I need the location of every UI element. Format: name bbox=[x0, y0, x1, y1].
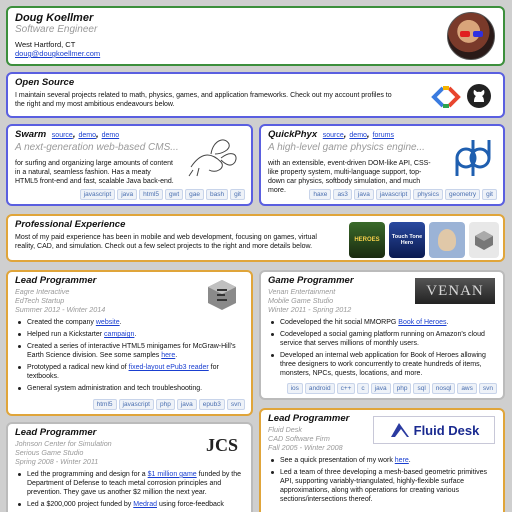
swarm-demo-link-2[interactable]: demo bbox=[102, 132, 120, 139]
google-code-icon[interactable] bbox=[431, 82, 461, 112]
list-item: Developed an internal web application fo… bbox=[268, 351, 496, 378]
tag[interactable]: git bbox=[482, 188, 497, 200]
tag[interactable]: epub3 bbox=[198, 398, 225, 410]
tag[interactable]: html5 bbox=[139, 188, 164, 200]
quickphyx-logo-icon bbox=[451, 136, 495, 180]
tag[interactable]: svn bbox=[226, 398, 245, 410]
tag[interactable]: javascript bbox=[79, 188, 116, 200]
fluid-desk-icon bbox=[390, 423, 409, 437]
thumb-cube[interactable] bbox=[469, 222, 499, 258]
tag[interactable]: gwt bbox=[165, 188, 184, 200]
tag[interactable]: nosql bbox=[431, 382, 456, 394]
tag[interactable]: android bbox=[304, 382, 335, 394]
list-item: Codeveloped a social gaming platform run… bbox=[268, 330, 496, 348]
swarm-card: Swarm source, demo, demo A next-generation… bbox=[6, 124, 253, 206]
medrad-link[interactable]: Medrad bbox=[133, 501, 157, 508]
million-game-link[interactable]: $1 million game bbox=[148, 471, 197, 478]
swarm-source-link[interactable]: source bbox=[52, 132, 73, 139]
tag[interactable]: as3 bbox=[333, 188, 352, 200]
list-item: Created a series of interactive HTML5 mi… bbox=[15, 342, 245, 360]
eagre-card: Lead Programmer Eagre Interactive EdTech… bbox=[6, 270, 253, 416]
list-item: Led a $200,000 project funded by Medrad … bbox=[15, 500, 245, 509]
tag[interactable]: c bbox=[357, 382, 369, 394]
johnson-card: Lead Programmer Johnson Center for Simul… bbox=[6, 422, 253, 512]
eagre-campaign-link[interactable]: campaign bbox=[104, 331, 134, 338]
list-item: Led a team of three developing a mesh-ba… bbox=[268, 468, 496, 504]
venan-dates: Winter 2011 - Spring 2012 bbox=[268, 304, 352, 314]
thumb-character[interactable] bbox=[429, 222, 465, 258]
tag[interactable]: svn bbox=[478, 382, 497, 394]
eagre-tags: html5 javascript php java epub3 svn bbox=[92, 398, 245, 410]
tag[interactable]: php bbox=[392, 382, 412, 394]
tag[interactable]: php bbox=[156, 398, 175, 410]
tag[interactable]: java bbox=[353, 188, 374, 200]
list-item: Codeveloped the hit social MMORPG Book o… bbox=[268, 318, 496, 327]
tag[interactable]: sql bbox=[413, 382, 430, 394]
list-item: Created the company website. bbox=[15, 318, 245, 327]
venan-logo: VENAN bbox=[415, 278, 495, 304]
johnson-list: Led the programming and design for a $1 … bbox=[15, 470, 245, 509]
swarm-tags: javascript java html5 gwt gae bash git bbox=[79, 188, 245, 200]
eagre-epub-link[interactable]: fixed-layout ePub3 reader bbox=[129, 364, 209, 371]
presentation-link[interactable]: here bbox=[395, 457, 409, 464]
list-item: Prototyped a radical new kind of fixed-l… bbox=[15, 363, 245, 381]
quickphyx-source-link[interactable]: source bbox=[323, 132, 344, 139]
quickphyx-card: QuickPhyx source, demo, forums A high-leve… bbox=[259, 124, 505, 206]
tag[interactable]: bash bbox=[206, 188, 229, 200]
github-icon[interactable] bbox=[465, 82, 493, 110]
swarm-demo-link-1[interactable]: demo bbox=[78, 132, 96, 139]
open-source-text: I maintain several projects related to m… bbox=[15, 91, 392, 109]
tag[interactable]: c++ bbox=[336, 382, 356, 394]
professional-card: Professional Experience Most of my paid … bbox=[6, 214, 505, 262]
fluid-desk-logo-text: Fluid Desk bbox=[413, 422, 480, 438]
book-of-heroes-link[interactable]: Book of Heroes bbox=[398, 319, 446, 326]
avatar bbox=[447, 12, 495, 60]
venan-tags: ios android c++ c java php sql nosql aws… bbox=[286, 382, 497, 394]
bee-icon bbox=[181, 132, 241, 182]
swarm-text: for surfing and organizing large amounts… bbox=[15, 159, 174, 186]
tag[interactable]: physics bbox=[413, 188, 444, 200]
tag[interactable]: java bbox=[117, 188, 138, 200]
jcs-logo: JCS bbox=[205, 434, 238, 455]
profile-role: Software Engineer bbox=[15, 24, 98, 35]
tag[interactable]: geometry bbox=[445, 188, 481, 200]
tag[interactable]: haxe bbox=[309, 188, 332, 200]
quickphyx-demo-link[interactable]: demo bbox=[349, 132, 367, 139]
thumb-heroes[interactable]: HEROES bbox=[349, 222, 385, 258]
tag[interactable]: java bbox=[370, 382, 391, 394]
tag[interactable]: gae bbox=[185, 188, 205, 200]
fluid-desk-card: Lead Programmer Fluid Desk CAD Software … bbox=[259, 408, 505, 512]
open-source-title: Open Source bbox=[15, 77, 75, 88]
profile-email-link[interactable]: doug@dougkoellmer.com bbox=[15, 49, 100, 58]
list-item: Helped run a Kickstarter campaign. bbox=[15, 330, 245, 339]
eagre-list: Created the company website. Helped run … bbox=[15, 318, 245, 394]
professional-text: Most of my paid experience has been in m… bbox=[15, 233, 317, 251]
fluid-list: See a quick presentation of my work here… bbox=[268, 456, 496, 504]
tag[interactable]: git bbox=[230, 188, 245, 200]
tag[interactable]: aws bbox=[457, 382, 477, 394]
tag[interactable]: html5 bbox=[92, 398, 117, 410]
open-source-card: Open Source I maintain several projects … bbox=[6, 72, 505, 118]
eagre-website-link[interactable]: website bbox=[96, 319, 120, 326]
tag[interactable]: javascript bbox=[375, 188, 412, 200]
tag[interactable]: javascript bbox=[118, 398, 154, 410]
list-item: Led the programming and design for a $1 … bbox=[15, 470, 245, 497]
venan-card: Game Programmer Venan Entertainment Mobi… bbox=[259, 270, 505, 400]
profile-name: Doug Koellmer bbox=[15, 12, 94, 24]
tag[interactable]: ios bbox=[286, 382, 303, 394]
quickphyx-forums-link[interactable]: forums bbox=[373, 132, 394, 139]
profile-location: West Hartford, CT bbox=[15, 40, 76, 49]
thumb-touch-tone-hero[interactable]: Touch Tone Hero bbox=[389, 222, 425, 258]
list-item: See a quick presentation of my work here… bbox=[268, 456, 496, 465]
fluid-desk-logo: Fluid Desk bbox=[373, 416, 495, 444]
eagre-samples-link[interactable]: here bbox=[161, 352, 175, 359]
fluid-dates: Fall 2005 - Winter 2008 bbox=[268, 442, 343, 452]
list-item: General system administration and tech t… bbox=[15, 384, 245, 393]
tag[interactable]: java bbox=[176, 398, 197, 410]
venan-list: Codeveloped the hit social MMORPG Book o… bbox=[268, 318, 496, 379]
quickphyx-tags: haxe as3 java javascript physics geometr… bbox=[309, 188, 497, 200]
eagre-logo-icon bbox=[205, 278, 239, 312]
profile-card: Doug Koellmer Software Engineer West Har… bbox=[6, 6, 505, 66]
